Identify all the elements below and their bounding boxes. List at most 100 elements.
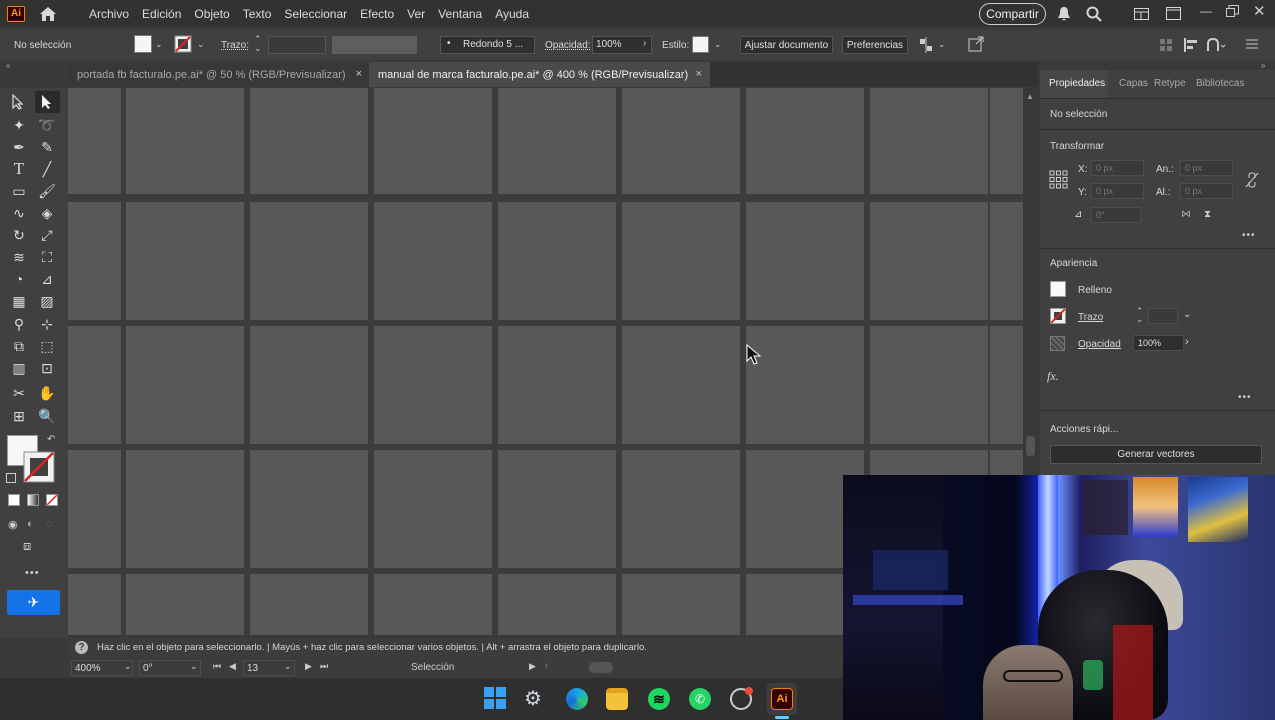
stroke-weight-stepper[interactable]: ⌃ ⌄	[1136, 307, 1144, 324]
menu-texto[interactable]: Texto	[243, 7, 272, 21]
artboard-cell[interactable]	[990, 202, 1023, 320]
variable-width-profile[interactable]	[332, 36, 417, 54]
type-tool-icon[interactable]: T	[9, 159, 29, 179]
grid-snap-icon[interactable]	[1159, 38, 1173, 52]
artboard-cell[interactable]	[746, 202, 864, 320]
eyedropper-icon[interactable]: ⚲	[9, 314, 29, 334]
shape-builder-icon[interactable]: ◔	[9, 269, 29, 289]
artboard-cell[interactable]	[374, 88, 492, 194]
swap-colors-icon[interactable]: ↶	[47, 434, 55, 445]
prev-artboard-icon[interactable]: ◀	[229, 661, 236, 672]
opacity-field-panel[interactable]: 100%	[1133, 335, 1184, 351]
artboard-cell[interactable]	[374, 202, 492, 320]
artboard-cell[interactable]	[622, 202, 740, 320]
perspective-grid-icon[interactable]: ⊿	[37, 269, 57, 289]
rotation-field[interactable]: 0° ⌄	[139, 660, 201, 676]
draw-normal-icon[interactable]: ◉	[8, 518, 18, 531]
menu-ventana[interactable]: Ventana	[438, 7, 482, 21]
tab-retype[interactable]: Retype	[1154, 78, 1186, 89]
artboard-cell[interactable]	[870, 88, 988, 194]
close-tab-icon[interactable]: ×	[356, 68, 362, 80]
chevron-down-icon[interactable]: ⌄	[197, 39, 205, 50]
collapse-panel-icon[interactable]: »	[1261, 61, 1265, 70]
none-mode-icon[interactable]	[46, 494, 58, 506]
artboard-cell[interactable]	[990, 326, 1023, 444]
more-appearance-icon[interactable]: •••	[1238, 392, 1252, 403]
home-icon[interactable]	[39, 6, 57, 22]
artboard-tool-icon[interactable]: ⊡	[37, 358, 57, 378]
width-field[interactable]: 0 px	[1180, 160, 1233, 176]
collapse-toolbar-icon[interactable]: «	[6, 61, 10, 70]
free-transform-icon[interactable]: ⛶	[37, 247, 57, 267]
style-swatch[interactable]	[692, 36, 709, 53]
stroke-none-swatch[interactable]	[174, 35, 192, 53]
slice-tool-icon[interactable]: ✂	[9, 383, 29, 403]
adjust-document-button[interactable]: Ajustar documento	[740, 36, 833, 54]
fx-icon[interactable]: fx.	[1047, 369, 1059, 384]
stroke-weight-field[interactable]	[1148, 308, 1178, 324]
y-field[interactable]: 0 px	[1091, 183, 1144, 199]
artboard-cell[interactable]	[870, 326, 988, 444]
print-tiling-icon[interactable]: ⊞	[9, 406, 29, 426]
selection-tool-icon[interactable]	[11, 94, 25, 110]
chevron-down-icon[interactable]: ⌄	[155, 39, 163, 50]
bell-icon[interactable]	[1057, 6, 1071, 22]
artboard-cell[interactable]	[498, 574, 616, 635]
rotate-tool-icon[interactable]: ↻	[9, 225, 29, 245]
pen-tool-icon[interactable]: ✒	[9, 137, 29, 157]
scroll-left-icon[interactable]: ‹	[545, 660, 548, 671]
tab-properties[interactable]: Propiedades	[1049, 78, 1105, 89]
screen-recorder-icon[interactable]	[730, 687, 753, 710]
brush-dropdown[interactable]: • Redondo 5 ...	[440, 36, 535, 54]
whatsapp-icon[interactable]: ✆	[689, 688, 711, 710]
isolate-icon[interactable]	[968, 36, 984, 52]
artboard-cell[interactable]	[126, 574, 244, 635]
artboard-cell[interactable]	[126, 202, 244, 320]
minimize-icon[interactable]: —	[1200, 4, 1212, 18]
align-left-icon[interactable]	[1183, 37, 1199, 53]
artboard-cell[interactable]	[374, 450, 492, 568]
x-field[interactable]: 0 px	[1091, 160, 1144, 176]
draw-behind-icon[interactable]: ◐	[27, 518, 34, 530]
status-menu-icon[interactable]: ▶	[529, 661, 536, 672]
illustrator-taskbar-icon[interactable]: Ai	[771, 688, 793, 710]
artboard-cell[interactable]	[250, 450, 368, 568]
tab-portada[interactable]: portada fb facturalo.pe.ai* @ 50 % (RGB/…	[68, 62, 370, 87]
artboard-cell[interactable]	[622, 88, 740, 194]
color-mode-icon[interactable]	[8, 494, 20, 506]
mesh-tool-icon[interactable]: ▦	[9, 291, 29, 311]
warp-tool-icon[interactable]: ≋	[9, 247, 29, 267]
arrange-documents-icon[interactable]	[1166, 7, 1181, 20]
menu-objeto[interactable]: Objeto	[194, 7, 229, 21]
stroke-label[interactable]: Trazo:	[221, 40, 249, 51]
rectangle-tool-icon[interactable]: ▭	[9, 181, 29, 201]
menu-seleccionar[interactable]: Seleccionar	[284, 7, 347, 21]
paintbrush-icon[interactable]: 🖌	[37, 181, 57, 201]
artboard-cell[interactable]	[746, 326, 864, 444]
magic-wand-icon[interactable]: ✦	[9, 115, 29, 135]
artboard-cell[interactable]	[990, 88, 1023, 194]
align-icon[interactable]	[918, 37, 934, 53]
artboard-cell[interactable]	[250, 326, 368, 444]
artboard-field[interactable]: 13 ⌄	[243, 660, 295, 676]
artboard-cell[interactable]	[498, 88, 616, 194]
artboard-cell[interactable]	[498, 450, 616, 568]
artboard-cell[interactable]	[68, 202, 121, 320]
gradient-mode-icon[interactable]	[27, 494, 39, 506]
hand-tool-icon[interactable]: ✋	[37, 383, 57, 403]
default-colors-icon[interactable]	[6, 473, 16, 483]
more-options-icon[interactable]: •••	[1242, 230, 1256, 241]
tab-libraries[interactable]: Bibliotecas	[1196, 78, 1252, 89]
artboard-cell[interactable]	[374, 326, 492, 444]
artboard-cell[interactable]	[870, 202, 988, 320]
preferences-button[interactable]: Preferencias	[842, 36, 908, 54]
screen-mode-icon[interactable]: ⧈	[23, 538, 31, 554]
artboard-cell[interactable]	[126, 88, 244, 194]
draw-inside-icon[interactable]: ◌	[46, 518, 53, 530]
stroke-swatch-panel[interactable]	[1050, 308, 1066, 324]
workspace-icon[interactable]	[1134, 8, 1149, 20]
spotify-icon[interactable]: ≋	[648, 688, 670, 710]
artboard-cell[interactable]	[68, 88, 121, 194]
menu-ayuda[interactable]: Ayuda	[495, 7, 529, 21]
artboard-cell[interactable]	[622, 450, 740, 568]
